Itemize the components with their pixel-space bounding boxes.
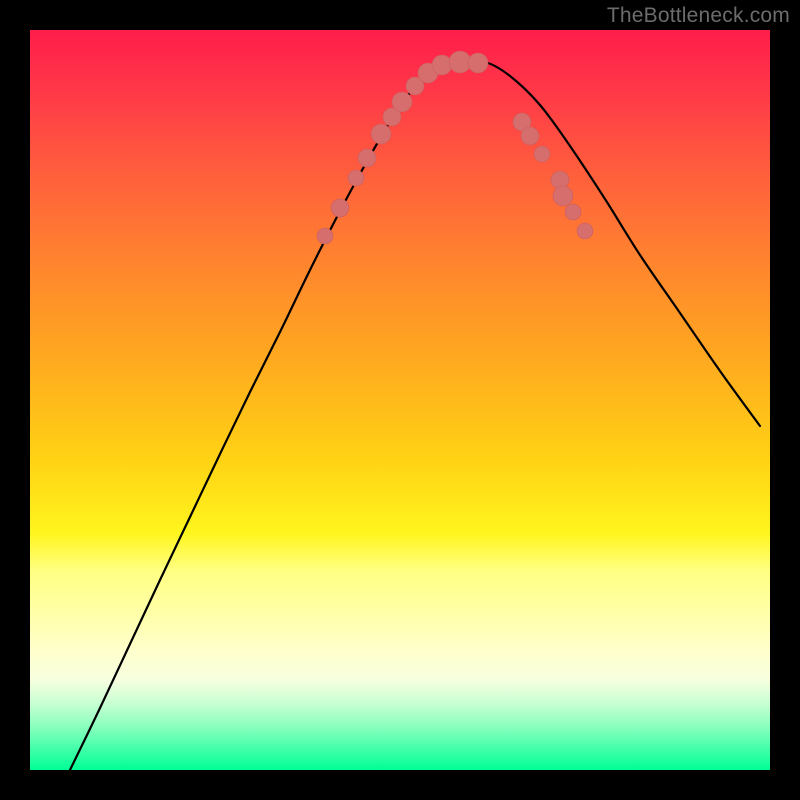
marker-dot xyxy=(348,170,364,186)
watermark-label: TheBottleneck.com xyxy=(607,4,790,28)
marker-dot xyxy=(449,51,471,73)
curve-line xyxy=(70,61,760,770)
marker-dot xyxy=(534,146,550,162)
chart-svg xyxy=(30,30,770,770)
marker-dot xyxy=(371,124,391,144)
marker-dot xyxy=(358,149,376,167)
marker-dot xyxy=(521,127,539,145)
marker-dot xyxy=(317,228,333,244)
marker-dot xyxy=(331,199,349,217)
marker-dot xyxy=(392,92,412,112)
marker-dot xyxy=(432,55,452,75)
marker-dot xyxy=(553,186,573,206)
marker-dot xyxy=(468,53,488,73)
marker-dot xyxy=(565,204,581,220)
plot-frame xyxy=(30,30,770,770)
markers-group xyxy=(317,51,593,244)
marker-dot xyxy=(577,223,593,239)
